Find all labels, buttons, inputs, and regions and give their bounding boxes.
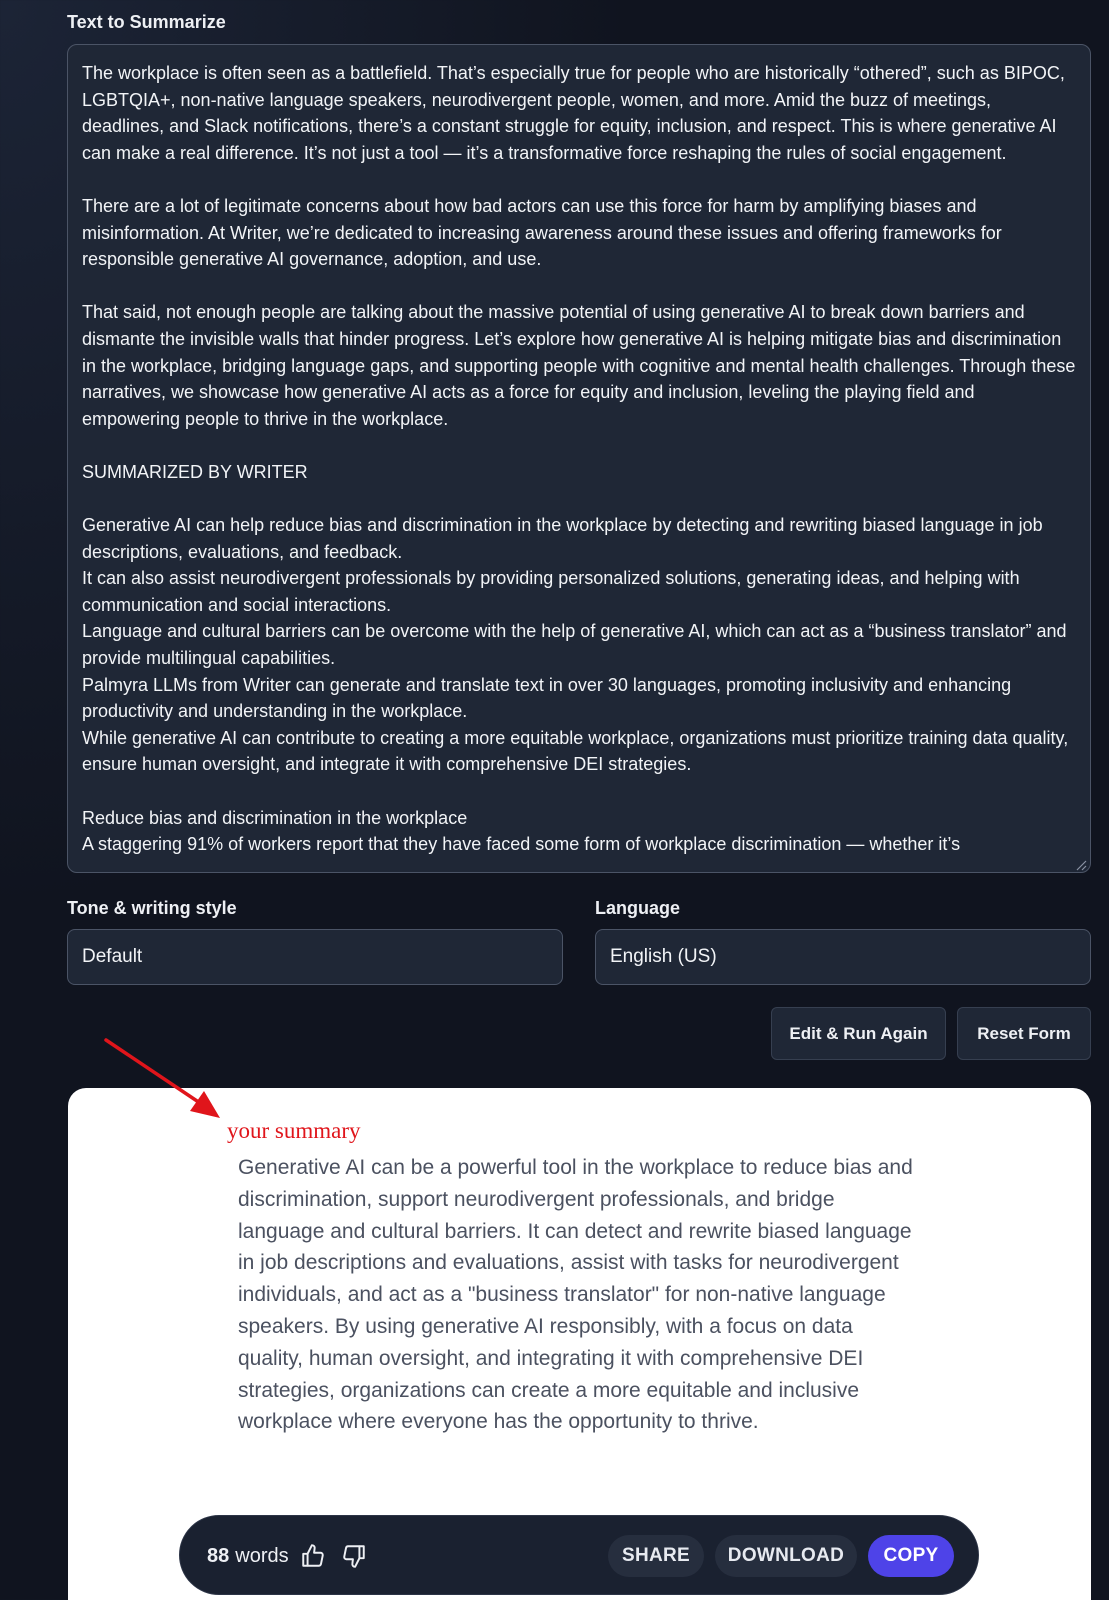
text-to-summarize-label: Text to Summarize <box>67 12 226 32</box>
textarea-resize-grip[interactable] <box>1075 858 1087 871</box>
your-summary-annotation: your summary <box>227 1118 361 1143</box>
tone-select[interactable]: Default <box>67 929 563 985</box>
word-count-number: 88 <box>207 1544 230 1567</box>
result-toolbar: 88 words SHARE DOWNLOAD COPY <box>179 1515 979 1595</box>
tone-label: Tone & writing style <box>67 898 237 918</box>
tone-value: Default <box>82 946 143 967</box>
summary-output: Generative AI can be a powerful tool in … <box>238 1156 913 1434</box>
language-value: English (US) <box>610 946 717 967</box>
red-arrow-annotation <box>104 1038 220 1118</box>
text-to-summarize-textarea[interactable]: The workplace is often seen as a battlef… <box>67 44 1091 873</box>
edit-run-again-button[interactable]: Edit & Run Again <box>771 1007 946 1060</box>
language-label: Language <box>595 898 681 918</box>
word-count: 88 words <box>207 1516 289 1596</box>
thumbs-up-icon[interactable] <box>300 1543 326 1569</box>
language-select[interactable]: English (US) <box>595 929 1091 985</box>
word-count-unit: words <box>235 1544 289 1567</box>
download-button[interactable]: DOWNLOAD <box>715 1535 857 1577</box>
reset-form-button[interactable]: Reset Form <box>957 1007 1091 1060</box>
share-button[interactable]: SHARE <box>608 1535 704 1577</box>
thumbs-down-icon[interactable] <box>341 1543 367 1569</box>
copy-button[interactable]: COPY <box>868 1535 954 1577</box>
